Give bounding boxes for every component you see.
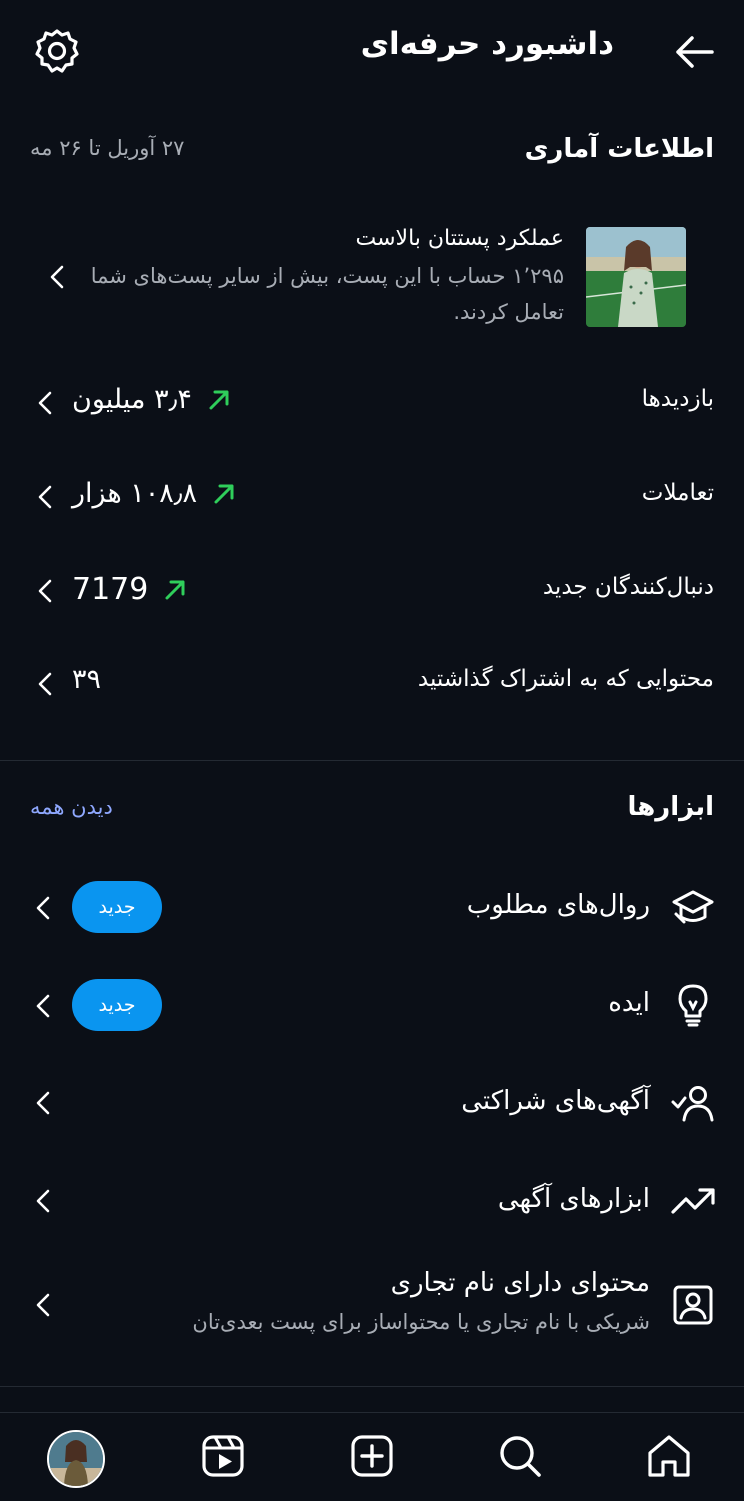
stat-value-views[interactable]: ۳٫۴ میلیون	[72, 384, 232, 415]
new-badge: جدید	[72, 979, 162, 1031]
lightbulb-icon	[678, 984, 708, 1027]
stat-value-interactions[interactable]: ۱۰۸٫۸ هزار	[72, 478, 237, 509]
search-icon[interactable]	[497, 1433, 543, 1479]
tool-sub-branded-content: شریکی با نام تجاری یا محتواساز برای پست …	[192, 1310, 650, 1334]
chevron-left-icon[interactable]	[34, 669, 56, 699]
gear-icon[interactable]	[34, 28, 80, 74]
stat-label-views: بازدیدها	[641, 386, 714, 412]
chevron-left-icon[interactable]	[32, 991, 54, 1021]
branded-content-icon	[673, 1285, 713, 1325]
stat-value-new-followers[interactable]: 7179	[72, 572, 188, 607]
top-post-title[interactable]: عملکرد پستتان بالاست	[356, 226, 565, 251]
graduation-cap-icon	[672, 890, 714, 924]
home-icon[interactable]	[646, 1433, 692, 1479]
section-divider	[0, 760, 744, 761]
stat-number: ۱۰۸٫۸ هزار	[72, 478, 198, 509]
partner-person-icon	[671, 1086, 714, 1122]
date-range: ۲۷ آوریل تا ۲۶ مه	[30, 136, 185, 160]
profile-avatar[interactable]	[47, 1430, 105, 1488]
chevron-left-icon[interactable]	[32, 1186, 54, 1216]
chevron-left-icon[interactable]	[32, 1290, 54, 1320]
stat-label-shared-content: محتوایی که به اشتراک گذاشتید	[417, 666, 714, 692]
chevron-left-icon[interactable]	[34, 482, 56, 512]
chevron-left-icon[interactable]	[32, 1088, 54, 1118]
back-arrow-icon[interactable]	[672, 30, 716, 74]
chevron-left-icon[interactable]	[34, 388, 56, 418]
stat-value-shared-content[interactable]: ۳۹	[72, 664, 101, 695]
stat-label-new-followers: دنبال‌کنندگان جدید	[542, 574, 714, 600]
section-divider	[0, 1386, 744, 1387]
reels-icon[interactable]	[200, 1433, 246, 1479]
tool-label-ideas[interactable]: ایده	[608, 988, 650, 1018]
new-badge: جدید	[72, 881, 162, 933]
stat-number: ۳۹	[72, 664, 102, 695]
top-post-description: ۱٬۲۹۵ حساب با این پست، بیش از سایر پست‌ه…	[90, 264, 564, 324]
stat-number: 7179	[72, 572, 149, 607]
trend-up-icon	[165, 580, 185, 599]
see-all-link[interactable]: دیدن همه	[30, 795, 113, 819]
stat-number: ۳٫۴ میلیون	[72, 384, 192, 415]
tool-label-branded-content[interactable]: محتوای دارای نام تجاری	[391, 1268, 650, 1298]
trending-up-icon	[671, 1188, 715, 1214]
stats-title: اطلاعات آماری	[524, 134, 714, 164]
page-title: داشبورد حرفه‌ای	[360, 26, 614, 62]
top-post-thumbnail[interactable]	[586, 227, 686, 327]
tool-label-ad-tools[interactable]: ابزارهای آگهی	[498, 1184, 650, 1214]
chevron-left-icon[interactable]	[46, 262, 68, 292]
create-icon[interactable]	[349, 1433, 395, 1479]
chevron-left-icon[interactable]	[32, 893, 54, 923]
trend-up-icon	[209, 390, 229, 409]
chevron-left-icon[interactable]	[34, 576, 56, 606]
stat-label-interactions: تعاملات	[641, 480, 714, 506]
tools-title: ابزارها	[627, 792, 714, 822]
trend-up-icon	[214, 484, 234, 503]
tool-label-best-practices[interactable]: روال‌های مطلوب	[467, 890, 650, 920]
tool-label-partnership-ads[interactable]: آگهی‌های شراکتی	[461, 1086, 650, 1116]
